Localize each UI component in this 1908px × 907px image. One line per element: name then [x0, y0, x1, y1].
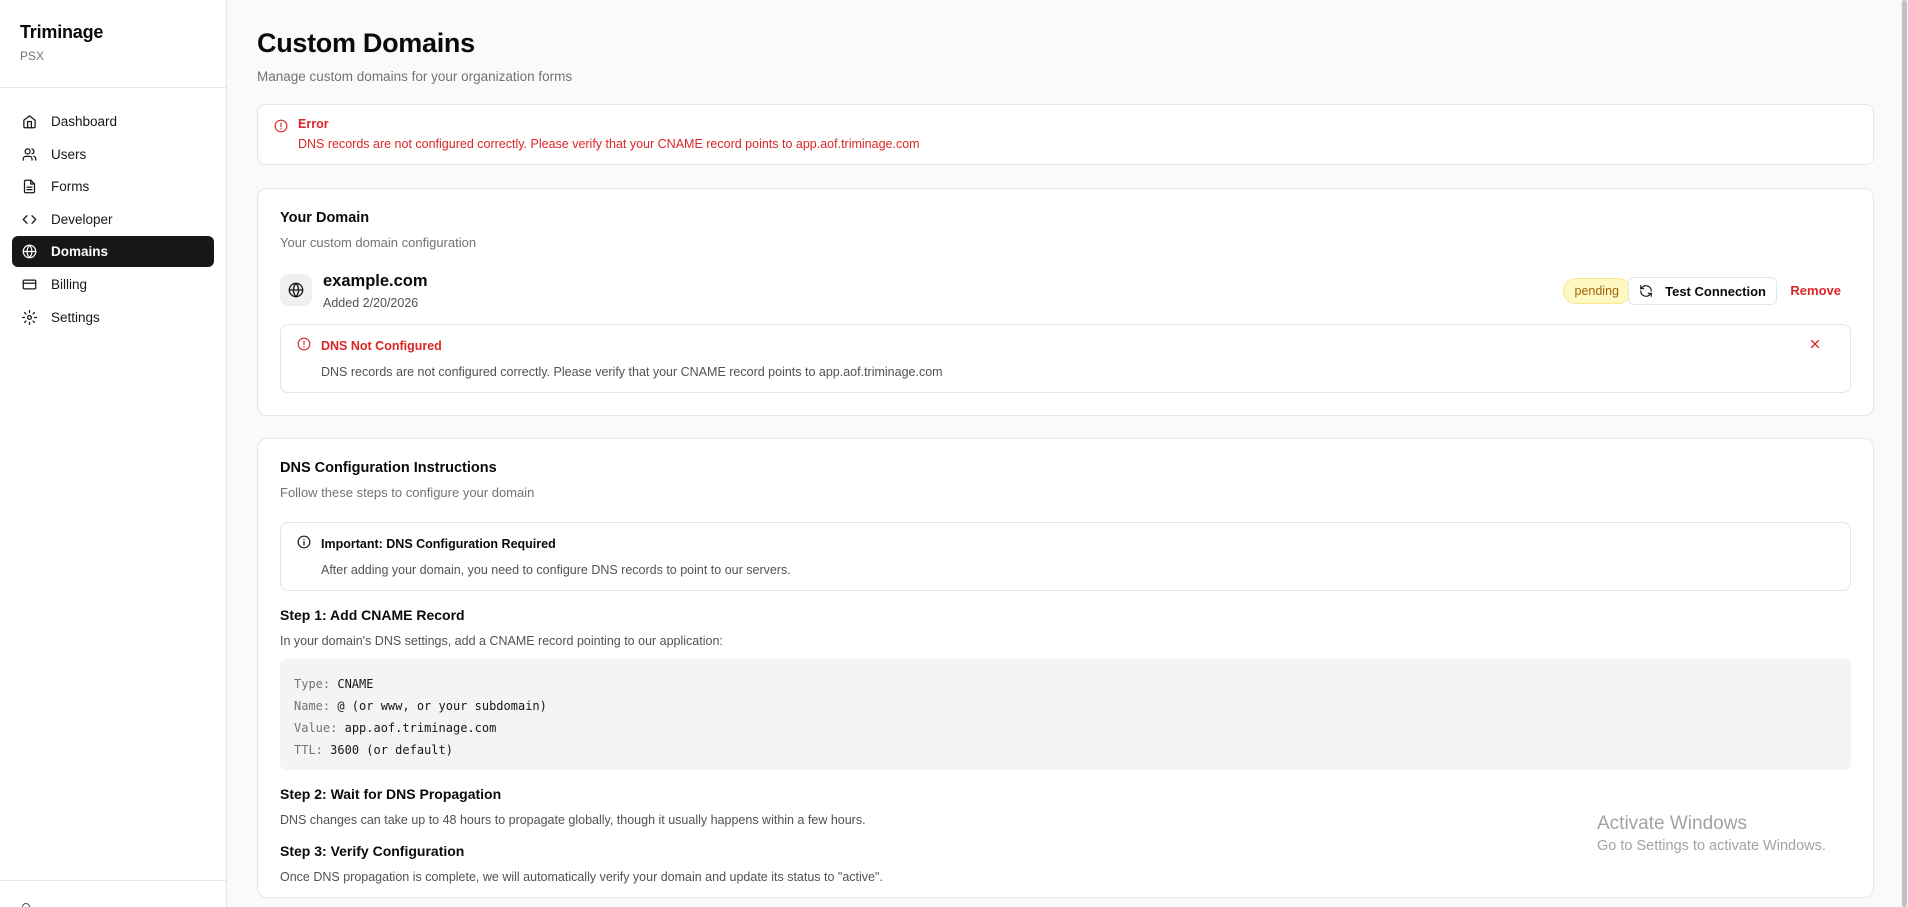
step1-title: Step 1: Add CNAME Record [280, 607, 465, 623]
code-value: CNAME [337, 677, 374, 691]
sidebar: Triminage PSX Dashboard Users Forms Deve… [0, 0, 227, 907]
code-value: 3600 (or default) [330, 743, 453, 757]
sidebar-item-label: Settings [51, 309, 100, 325]
sidebar-item-label: Developer [51, 211, 113, 227]
instructions-description: Follow these steps to configure your dom… [280, 485, 535, 500]
brand: Triminage PSX [0, 0, 226, 88]
instructions-title: DNS Configuration Instructions [280, 460, 497, 476]
credit-card-icon [22, 279, 37, 290]
step2-title: Step 2: Wait for DNS Propagation [280, 786, 502, 802]
domain-row: example.com Added 2/20/2026 pending Test… [280, 272, 1851, 324]
domain-name: example.com [323, 272, 428, 290]
code-key: Type: [294, 677, 331, 691]
home-icon [23, 115, 36, 129]
code-line-name: Name: @ (or www, or your subdomain) [294, 695, 1837, 717]
globe-icon [22, 245, 37, 259]
dns-not-configured-alert: DNS Not Configured DNS records are not c… [280, 324, 1851, 393]
dns-alert-message: DNS records are not configured correctly… [321, 365, 943, 379]
info-icon [297, 535, 311, 549]
scrollbar[interactable] [1901, 0, 1908, 907]
step3-text: Once DNS propagation is complete, we wil… [280, 870, 883, 884]
watermark-line1: Activate Windows [1597, 813, 1747, 834]
important-notice: Important: DNS Configuration Required Af… [280, 522, 1851, 591]
sidebar-item-label: Users [51, 146, 87, 162]
sidebar-item-forms[interactable]: Forms [12, 171, 214, 202]
status-badge: pending [1562, 278, 1631, 304]
org-name: PSX [20, 49, 45, 63]
sidebar-item-developer[interactable]: Developer [12, 204, 214, 235]
sidebar-footer [0, 880, 226, 907]
user-menu-icon[interactable] [22, 903, 30, 907]
code-value: app.aof.triminage.com [344, 721, 497, 735]
code-icon [22, 214, 37, 224]
error-title: Error [298, 117, 329, 131]
sidebar-item-billing[interactable]: Billing [12, 269, 214, 300]
important-title: Important: DNS Configuration Required [321, 537, 556, 551]
main-content: Custom Domains Manage custom domains for… [257, 0, 1874, 898]
code-value: @ (or www, or your subdomain) [337, 699, 547, 713]
sidebar-item-domains[interactable]: Domains [12, 236, 214, 268]
sidebar-nav: Dashboard Users Forms Developer Domains … [0, 88, 226, 352]
file-text-icon [23, 179, 36, 194]
globe-icon [288, 282, 304, 298]
important-message: After adding your domain, you need to co… [321, 563, 791, 577]
page-subtitle: Manage custom domains for your organizat… [257, 69, 573, 84]
page-title: Custom Domains [257, 28, 475, 58]
domain-card-description: Your custom domain configuration [280, 235, 477, 250]
code-line-value: Value: app.aof.triminage.com [294, 717, 1837, 739]
test-connection-label: Test Connection [1665, 283, 1766, 299]
sidebar-item-label: Billing [51, 276, 88, 292]
sidebar-item-label: Dashboard [51, 114, 118, 129]
close-icon[interactable] [1808, 337, 1822, 351]
sidebar-item-label: Domains [51, 244, 109, 260]
scrollbar-thumb[interactable] [1902, 0, 1907, 907]
activate-windows-watermark: Activate Windows Go to Settings to activ… [1597, 813, 1826, 854]
error-message: DNS records are not configured correctly… [298, 137, 920, 151]
code-key: Value: [294, 721, 338, 735]
alert-circle-icon [274, 119, 288, 133]
domain-card-title: Your Domain [280, 210, 370, 226]
test-connection-button[interactable]: Test Connection [1628, 277, 1777, 305]
sidebar-item-label: Forms [51, 179, 90, 195]
code-key: Name: [294, 699, 331, 713]
code-line-type: Type: CNAME [294, 673, 1837, 695]
remove-button[interactable]: Remove [1790, 283, 1841, 298]
dns-alert-title: DNS Not Configured [321, 339, 442, 353]
cname-code-block: Type: CNAME Name: @ (or www, or your sub… [280, 659, 1851, 770]
domain-added-date: Added 2/20/2026 [323, 296, 419, 310]
alert-circle-icon [297, 337, 311, 351]
sidebar-item-settings[interactable]: Settings [12, 302, 214, 333]
step1-text: In your domain's DNS settings, add a CNA… [280, 634, 723, 648]
domain-globe-icon-box [280, 274, 312, 306]
sidebar-item-users[interactable]: Users [12, 139, 214, 170]
brand-name: Triminage [20, 22, 104, 42]
gear-icon [22, 309, 37, 325]
domain-card: Your Domain Your custom domain configura… [257, 188, 1874, 416]
watermark-line2: Go to Settings to activate Windows. [1597, 838, 1826, 854]
error-alert: Error DNS records are not configured cor… [257, 104, 1874, 165]
users-icon [22, 147, 37, 161]
code-line-ttl: TTL: 3600 (or default) [294, 739, 1837, 761]
code-key: TTL: [294, 743, 323, 757]
sidebar-item-dashboard[interactable]: Dashboard [12, 106, 214, 137]
refresh-icon [1640, 285, 1652, 297]
